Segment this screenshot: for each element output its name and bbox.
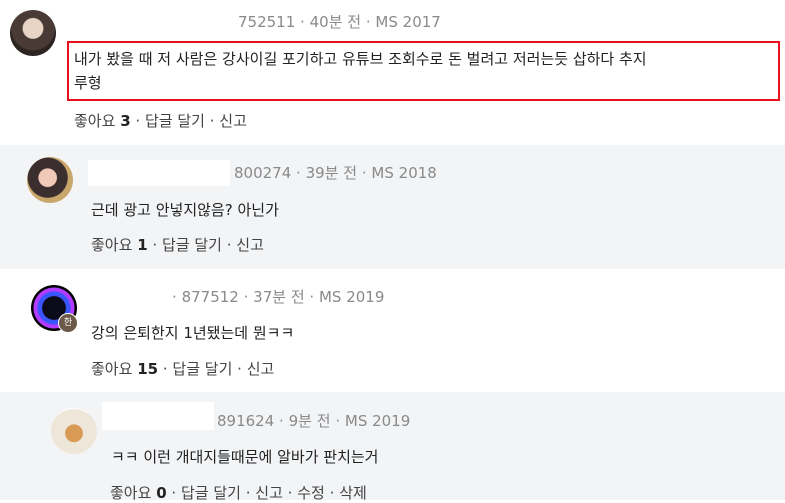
comment-text: ㅋㅋ 이런 개대지들때문에 알바가 판치는거 bbox=[111, 448, 379, 466]
like-button[interactable]: 좋아요 3 bbox=[74, 112, 131, 130]
delete-button[interactable]: 삭제 bbox=[339, 484, 367, 502]
comment-meta: · 877512 · 37분 전 · MS 2019 bbox=[172, 288, 385, 306]
comment-actions: 좋아요 15 · 답글 달기 · 신고 bbox=[91, 360, 275, 378]
reply-button[interactable]: 답글 달기 bbox=[162, 236, 222, 254]
level-badge: 한 bbox=[58, 313, 78, 333]
reply-button[interactable]: 답글 달기 bbox=[172, 360, 232, 378]
reply-button[interactable]: 답글 달기 bbox=[181, 484, 241, 502]
nickname-redacted bbox=[102, 402, 214, 430]
comment-meta: 800274 · 39분 전 · MS 2018 bbox=[234, 164, 437, 182]
like-button[interactable]: 좋아요 0 bbox=[110, 484, 167, 502]
comment-meta: 752511 · 40분 전 · MS 2017 bbox=[238, 13, 441, 31]
avatar[interactable] bbox=[10, 10, 56, 56]
comment-text: 근데 광고 안넣지않음? 아닌가 bbox=[91, 201, 279, 219]
comment-text: 강의 은퇴한지 1년됐는데 뭔ㅋㅋ bbox=[91, 324, 295, 342]
report-button[interactable]: 신고 bbox=[247, 360, 275, 378]
comment-text: 내가 봤을 때 저 사람은 강사이길 포기하고 유튜브 조회수로 돈 벌려고 저… bbox=[74, 50, 647, 92]
report-button[interactable]: 신고 bbox=[219, 112, 247, 130]
report-button[interactable]: 신고 bbox=[255, 484, 283, 502]
nickname-redacted bbox=[88, 160, 230, 186]
comment-meta: 891624 · 9분 전 · MS 2019 bbox=[217, 412, 411, 430]
report-button[interactable]: 신고 bbox=[236, 236, 264, 254]
avatar[interactable] bbox=[51, 408, 97, 454]
edit-button[interactable]: 수정 bbox=[297, 484, 325, 502]
avatar[interactable] bbox=[27, 157, 73, 203]
comment-actions: 좋아요 1 · 답글 달기 · 신고 bbox=[91, 236, 264, 254]
like-button[interactable]: 좋아요 1 bbox=[91, 236, 148, 254]
reply-button[interactable]: 답글 달기 bbox=[145, 112, 205, 130]
comment-actions: 좋아요 3 · 답글 달기 · 신고 bbox=[74, 112, 247, 130]
like-button[interactable]: 좋아요 15 bbox=[91, 360, 158, 378]
